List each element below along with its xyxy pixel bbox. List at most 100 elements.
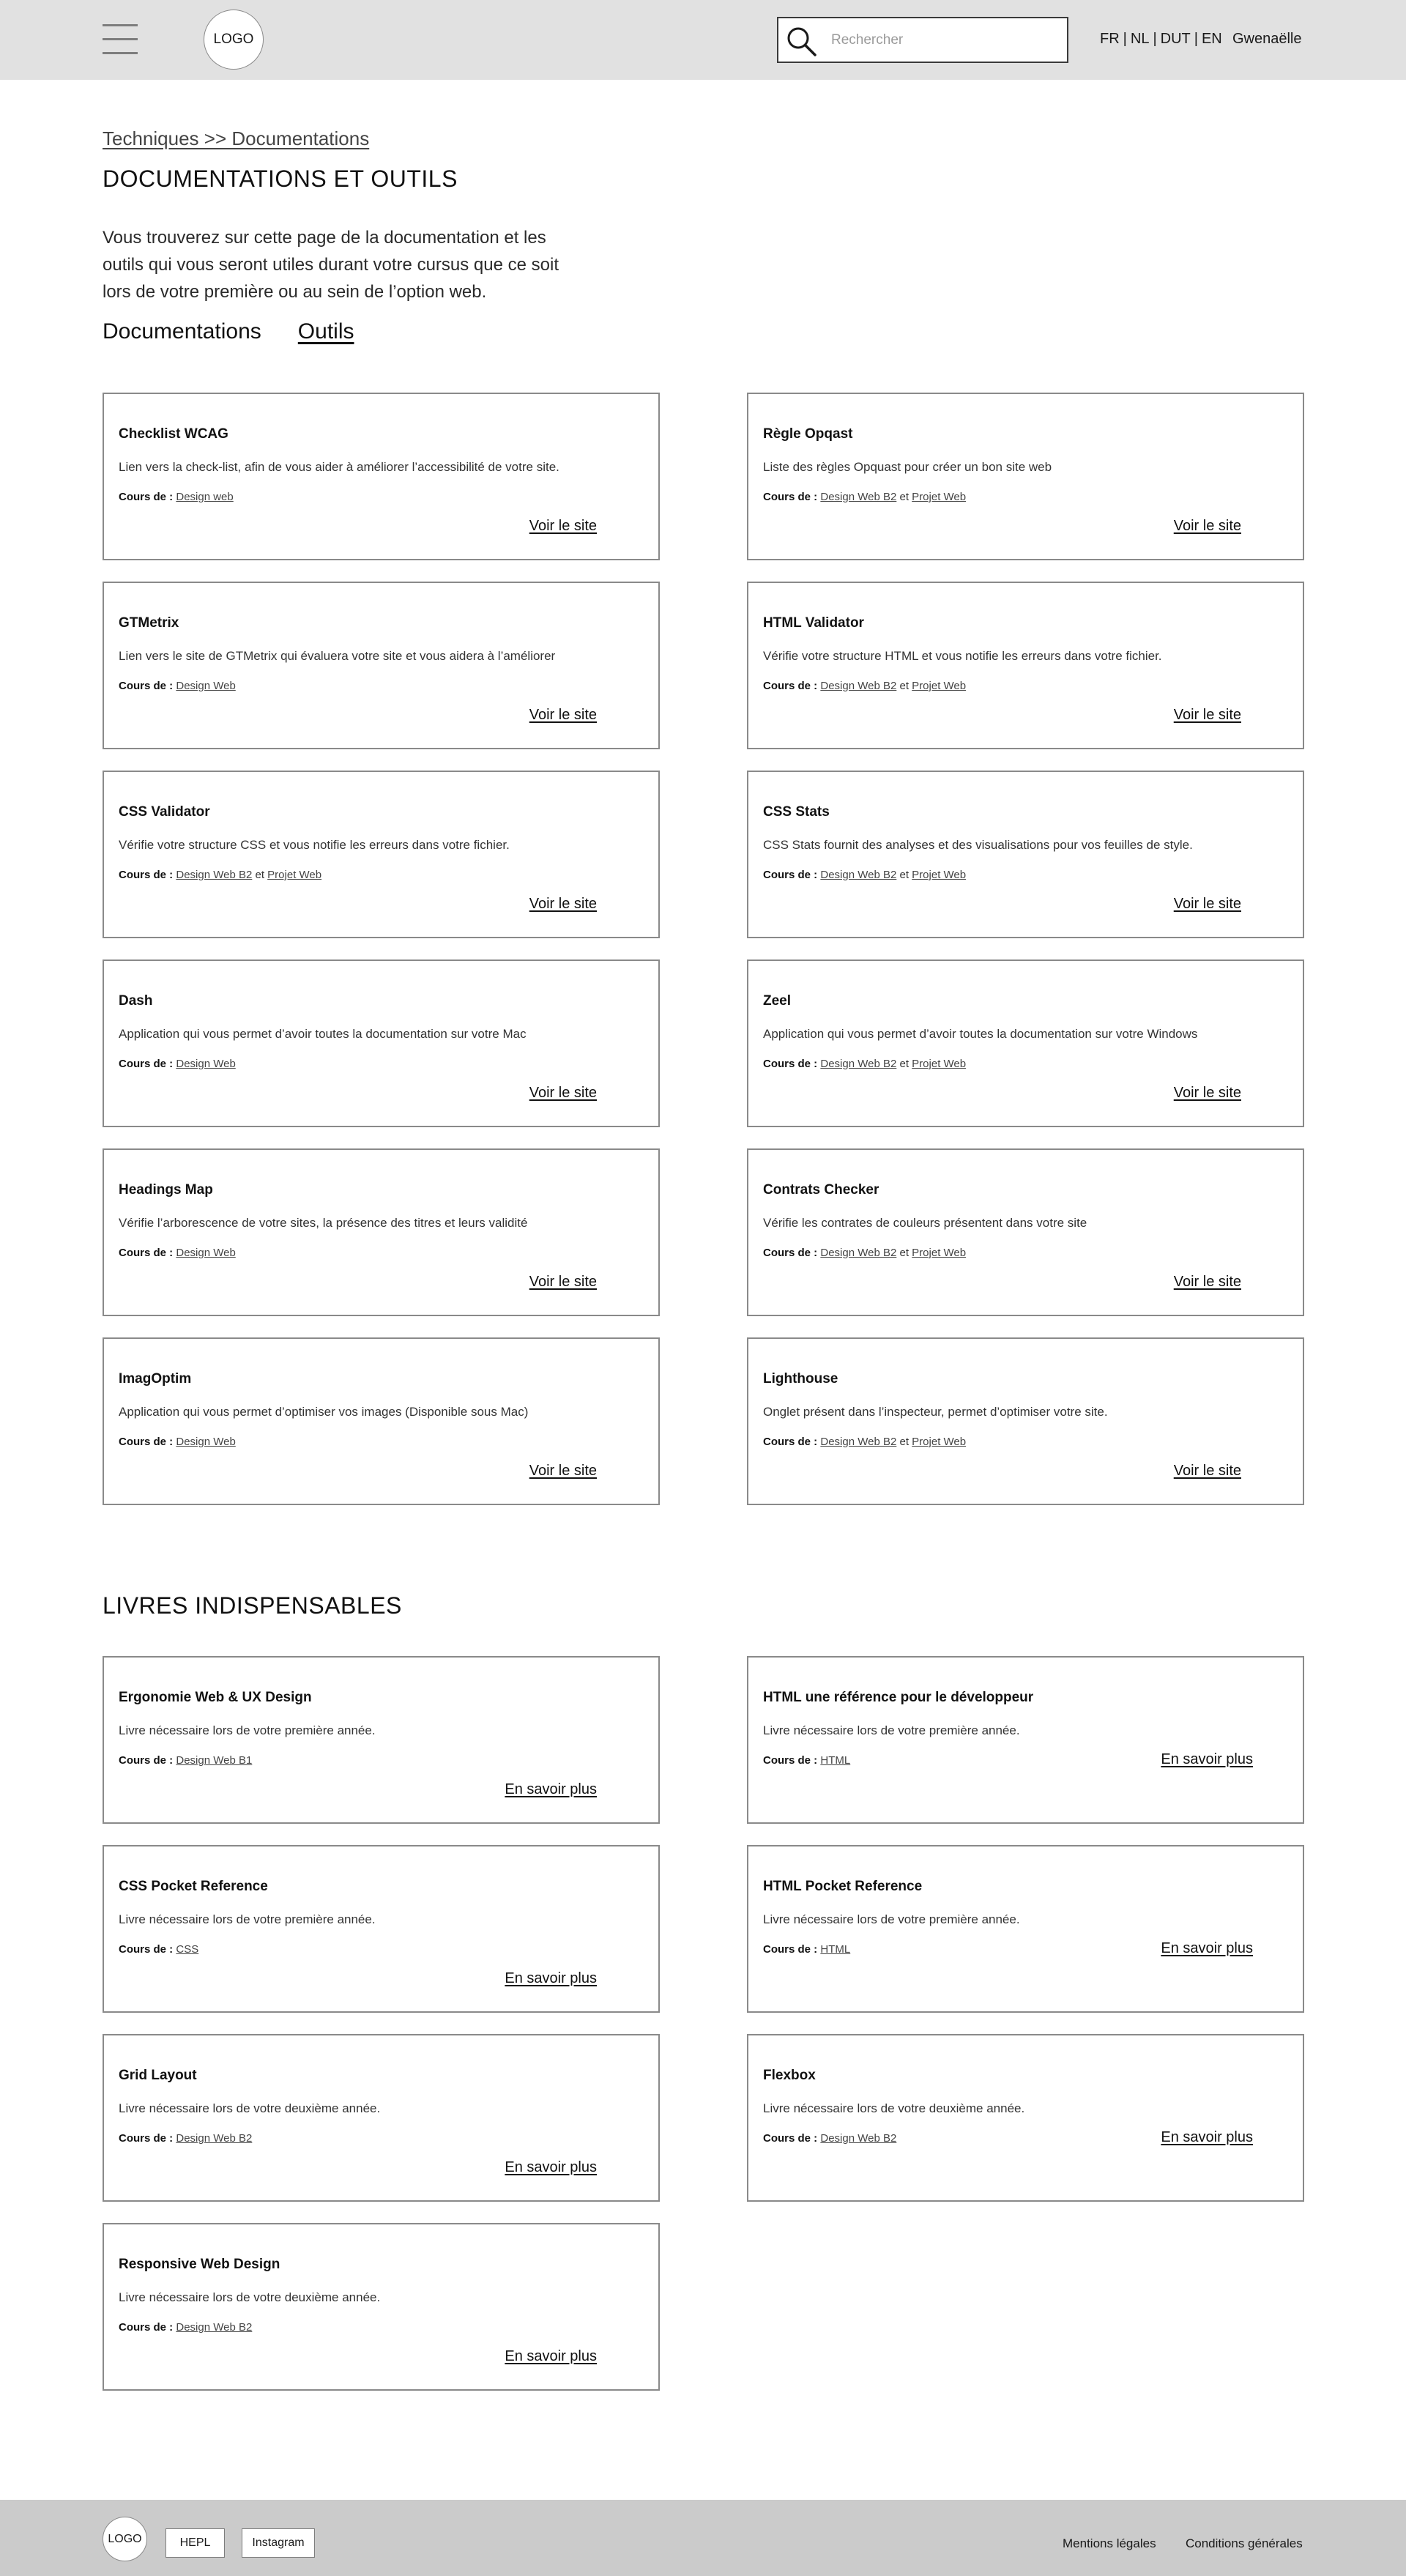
voir-le-site-link[interactable]: Voir le site: [1174, 1085, 1241, 1102]
course-link[interactable]: Projet Web: [912, 1247, 966, 1259]
card-title: HTML Pocket Reference: [763, 1879, 923, 1894]
card-description: Lien vers la check-list, afin de vous ai…: [119, 460, 559, 474]
tab-outils[interactable]: Outils: [298, 319, 354, 344]
breadcrumb[interactable]: Techniques >> Documentations: [103, 127, 369, 150]
lang-nl[interactable]: NL: [1131, 31, 1150, 47]
course-prefix: Cours de :: [763, 1943, 818, 1956]
card-title: Ergonomie Web & UX Design: [119, 1690, 312, 1705]
instagram-button[interactable]: Instagram: [242, 2528, 315, 2558]
conditions-generales-link[interactable]: Conditions générales: [1186, 2536, 1303, 2551]
footer-logo[interactable]: LOGO: [103, 2517, 147, 2561]
user-name[interactable]: Gwenaëlle: [1232, 31, 1302, 48]
search-bar[interactable]: [777, 17, 1068, 63]
card-description: Onglet présent dans l’inspecteur, permet…: [763, 1405, 1108, 1419]
course-link[interactable]: Design web: [176, 491, 233, 503]
en-savoir-plus-link[interactable]: En savoir plus: [505, 1781, 597, 1798]
voir-le-site-link[interactable]: Voir le site: [529, 518, 597, 535]
course-link[interactable]: Design Web B2: [176, 869, 252, 881]
card-courses: Cours de : Design Web B2 et Projet Web: [119, 869, 321, 881]
en-savoir-plus-link[interactable]: En savoir plus: [505, 1970, 597, 1987]
course-link[interactable]: Design Web: [176, 1247, 235, 1259]
card-title: CSS Pocket Reference: [119, 1879, 268, 1894]
card-description: Liste des règles Opquast pour créer un b…: [763, 460, 1052, 474]
tool-card: Headings Map Vérifie l’arborescence de vo…: [103, 1148, 660, 1316]
menu-icon[interactable]: [103, 24, 138, 55]
course-link[interactable]: Design Web B2: [820, 869, 896, 881]
course-and: et: [899, 680, 909, 692]
card-description: Livre nécessaire lors de votre deuxième …: [763, 2101, 1025, 2115]
search-icon[interactable]: [786, 26, 818, 58]
course-link[interactable]: HTML: [820, 1943, 850, 1956]
voir-le-site-link[interactable]: Voir le site: [529, 896, 597, 913]
course-link[interactable]: Design Web B1: [176, 1754, 252, 1767]
course-link[interactable]: Design Web B2: [820, 1247, 896, 1259]
card-title: GTMetrix: [119, 615, 179, 631]
en-savoir-plus-link[interactable]: En savoir plus: [1161, 1940, 1253, 1957]
tab-documentations[interactable]: Documentations: [103, 319, 261, 344]
course-prefix: Cours de :: [119, 869, 174, 881]
course-link[interactable]: Projet Web: [912, 1058, 966, 1070]
card-description: Livre nécessaire lors de votre deuxième …: [119, 2290, 381, 2304]
voir-le-site-link[interactable]: Voir le site: [529, 1085, 597, 1102]
mentions-legales-link[interactable]: Mentions légales: [1063, 2536, 1156, 2551]
course-link[interactable]: CSS: [176, 1943, 198, 1956]
card-courses: Cours de : Design Web B2 et Projet Web: [763, 1436, 966, 1448]
course-link[interactable]: Projet Web: [912, 680, 966, 692]
course-link[interactable]: Design Web B2: [820, 491, 896, 503]
course-link[interactable]: Design Web B2: [820, 1058, 896, 1070]
en-savoir-plus-link[interactable]: En savoir plus: [1161, 2129, 1253, 2146]
course-link[interactable]: Design Web B2: [176, 2132, 252, 2145]
voir-le-site-link[interactable]: Voir le site: [1174, 1463, 1241, 1480]
voir-le-site-link[interactable]: Voir le site: [1174, 518, 1241, 535]
course-link[interactable]: Design Web B2: [820, 1436, 896, 1448]
course-link[interactable]: Projet Web: [267, 869, 321, 881]
en-savoir-plus-link[interactable]: En savoir plus: [505, 2348, 597, 2365]
page-title: DOCUMENTATIONS ET OUTILS: [103, 166, 458, 192]
voir-le-site-link[interactable]: Voir le site: [529, 707, 597, 724]
voir-le-site-link[interactable]: Voir le site: [529, 1274, 597, 1291]
course-link[interactable]: Projet Web: [912, 1436, 966, 1448]
hepl-button[interactable]: HEPL: [165, 2528, 225, 2558]
course-link[interactable]: HTML: [820, 1754, 850, 1767]
en-savoir-plus-link[interactable]: En savoir plus: [1161, 1751, 1253, 1768]
course-prefix: Cours de :: [119, 680, 174, 692]
en-savoir-plus-link[interactable]: En savoir plus: [505, 2159, 597, 2176]
tool-card: Zeel Application qui vous permet d’avoir …: [747, 959, 1304, 1127]
book-card: HTML Pocket Reference Livre nécessaire lo…: [747, 1845, 1304, 2013]
search-input[interactable]: [831, 29, 1058, 52]
header-logo[interactable]: LOGO: [204, 10, 264, 70]
course-link[interactable]: Projet Web: [912, 491, 966, 503]
voir-le-site-link[interactable]: Voir le site: [529, 1463, 597, 1480]
books-section-title: LIVRES INDISPENSABLES: [103, 1592, 402, 1619]
voir-le-site-link[interactable]: Voir le site: [1174, 896, 1241, 913]
tool-card: HTML Validator Vérifie votre structure HT…: [747, 582, 1304, 749]
voir-le-site-link[interactable]: Voir le site: [1174, 1274, 1241, 1291]
lang-fr[interactable]: FR: [1100, 31, 1120, 47]
course-link[interactable]: Projet Web: [912, 869, 966, 881]
course-prefix: Cours de :: [119, 1247, 174, 1259]
site-footer: LOGO HEPL Instagram Mentions légales Con…: [0, 2500, 1406, 2576]
course-prefix: Cours de :: [119, 1943, 174, 1956]
lang-dut[interactable]: DUT: [1161, 31, 1191, 47]
card-title: HTML une référence pour le développeur: [763, 1690, 1034, 1705]
card-description: Vérifie les contrates de couleurs présen…: [763, 1216, 1087, 1230]
card-title: ImagOptim: [119, 1371, 192, 1387]
course-link[interactable]: Design Web: [176, 1058, 235, 1070]
course-link[interactable]: Design Web B2: [820, 2132, 896, 2145]
tool-card: CSS Stats CSS Stats fournit des analyses …: [747, 771, 1304, 938]
card-title: Zeel: [763, 993, 792, 1009]
course-link[interactable]: Design Web B2: [176, 2321, 252, 2334]
course-link[interactable]: Design Web: [176, 1436, 235, 1448]
course-link[interactable]: Design Web B2: [820, 680, 896, 692]
course-prefix: Cours de :: [763, 1436, 818, 1448]
card-courses: Cours de : Design Web: [119, 1058, 236, 1070]
course-link[interactable]: Design Web: [176, 680, 235, 692]
card-title: Responsive Web Design: [119, 2257, 280, 2272]
card-courses: Cours de : HTML: [763, 1754, 850, 1767]
tool-card: Dash Application qui vous permet d’avoir …: [103, 959, 660, 1127]
voir-le-site-link[interactable]: Voir le site: [1174, 707, 1241, 724]
card-description: Vérifie l’arborescence de votre sites, l…: [119, 1216, 528, 1230]
card-title: Dash: [119, 993, 153, 1009]
lang-en[interactable]: EN: [1202, 31, 1222, 47]
course-prefix: Cours de :: [763, 1754, 818, 1767]
